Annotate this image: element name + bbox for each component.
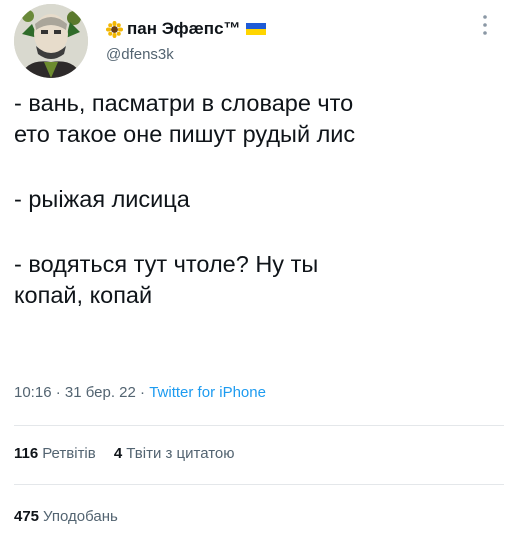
display-name: пан Эфæпс™ (127, 19, 241, 38)
likes-count: 475 (14, 508, 40, 525)
quotes-stat[interactable]: 4 Твіти з цитатою (114, 445, 235, 462)
ukraine-flag-icon (245, 23, 266, 35)
divider (14, 484, 504, 485)
user-handle[interactable]: @dfens3k (106, 46, 266, 63)
tweet-time[interactable]: 10:16 (14, 384, 52, 401)
retweets-count: 116 (14, 445, 39, 462)
more-options-icon[interactable] (482, 14, 488, 36)
retweet-stats: 116 Ретвітів 4 Твіти з цитатою (14, 445, 249, 462)
tweet-meta: 10:16 · 31 бер. 22 · Twitter for iPhone (14, 384, 266, 401)
separator-dot: · (55, 384, 61, 401)
tweet-line: копай, копай (14, 282, 153, 308)
user-names: пан Эфæпс™ @dfens3k (106, 18, 266, 63)
tweet-line: - вань, пасматри в словаре что (14, 90, 354, 116)
likes-label: Уподобань (43, 508, 118, 525)
tweet-line: - рыiжая лисица (14, 186, 190, 212)
tweet-header: пан Эфæпс™ @dfens3k (14, 4, 504, 84)
retweets-stat[interactable]: 116 Ретвітів (14, 445, 100, 462)
likes-stat[interactable]: 475 Уподобань (14, 508, 118, 525)
avatar[interactable] (14, 4, 88, 78)
retweets-label: Ретвітів (42, 445, 96, 462)
sunflower-icon (106, 20, 123, 38)
tweet-card: пан Эфæпс™ @dfens3k - вань, пасматри в с… (0, 0, 515, 540)
like-stats: 475 Уподобань (14, 508, 132, 525)
tweet-line: - водяться тут чтоле? Ну ты (14, 251, 319, 277)
divider (14, 425, 504, 426)
separator-dot: · (140, 384, 146, 401)
tweet-date[interactable]: 31 бер. 22 (65, 384, 136, 401)
tweet-source[interactable]: Twitter for iPhone (149, 384, 266, 401)
quotes-count: 4 (113, 445, 123, 462)
tweet-text: - вань, пасматри в словаре что ето такое… (14, 88, 504, 311)
tweet-line: ето такое оне пишут рудый лис (14, 121, 356, 147)
avatar-portrait-icon (14, 4, 88, 78)
display-name-row[interactable]: пан Эфæпс™ (106, 18, 266, 40)
quotes-label: Твіти з цитатою (126, 445, 235, 462)
